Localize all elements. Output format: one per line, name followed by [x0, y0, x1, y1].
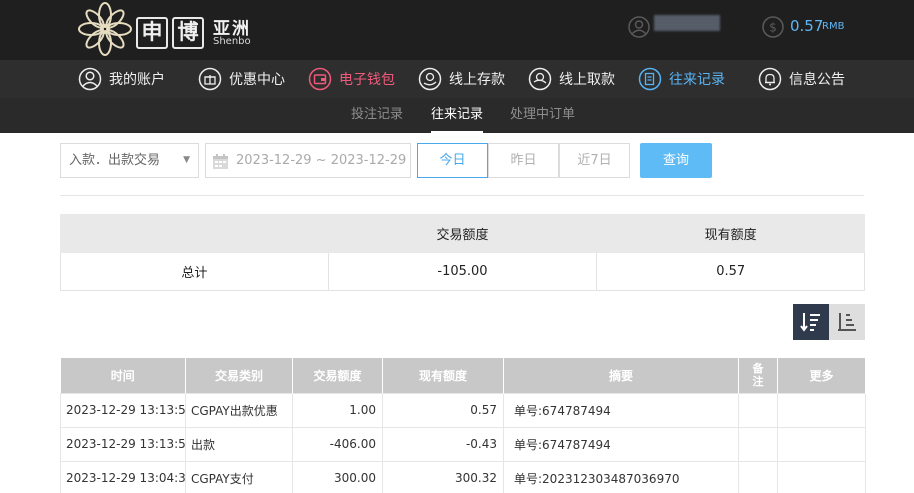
summary-total-row: 总计 -105.00 0.57	[60, 252, 865, 291]
column-header-amount[interactable]: 交易额度	[292, 358, 383, 393]
today-button[interactable]: 今日	[417, 143, 488, 178]
column-header-balance[interactable]: 现有额度	[382, 358, 504, 393]
nav-label: 信息公告	[789, 72, 845, 88]
cell-balance: -0.43	[382, 426, 504, 462]
summary-total-amount: -105.00	[327, 252, 598, 291]
calendar-icon	[213, 154, 228, 169]
svg-text:$: $	[769, 21, 777, 35]
nav-label: 我的账户	[109, 72, 165, 88]
wallet-icon	[308, 67, 332, 91]
summary-header-row: 交易额度 现有额度	[60, 214, 865, 253]
logo-char-box: 申	[136, 17, 168, 49]
user-avatar-icon[interactable]	[628, 16, 650, 38]
cell-summary: 单号:674787494	[503, 426, 739, 462]
nav-label: 线上存款	[449, 72, 505, 88]
yesterday-button[interactable]: 昨日	[488, 143, 559, 178]
records-table: 时间 交易类别 交易额度 现有额度 摘要 备注 更多 2023-12-29 13…	[60, 358, 866, 493]
sort-ascending-icon	[838, 313, 856, 331]
sub-nav: 投注记录 往来记录 处理中订单	[0, 98, 914, 133]
table-row: 2023-12-29 13:04:35 CGPAY支付 300.00 300.3…	[60, 460, 866, 493]
flower-logo-icon	[78, 2, 132, 56]
nav-label: 电子钱包	[339, 72, 395, 88]
date-range-picker[interactable]: 2023-12-29 ~ 2023-12-29	[205, 143, 411, 178]
gift-icon	[198, 67, 222, 91]
nav-label: 线上取款	[559, 72, 615, 88]
table-row: 2023-12-29 13:13:51 CGPAY出款优惠 1.00 0.57 …	[60, 392, 866, 428]
user-circle-icon	[78, 67, 102, 91]
username-redacted	[654, 15, 720, 31]
cell-note	[738, 392, 778, 428]
nav-label: 往来记录	[669, 72, 725, 88]
logo-char-box: 博	[172, 17, 204, 49]
cell-note	[738, 460, 778, 493]
tab-transaction-records[interactable]: 往来记录	[431, 98, 484, 133]
records-header-row: 时间 交易类别 交易额度 现有额度 摘要 备注 更多	[60, 358, 866, 393]
sort-ascending-button[interactable]	[829, 304, 865, 340]
nav-online-withdraw[interactable]: 线上取款	[528, 60, 615, 98]
deposit-icon	[418, 67, 442, 91]
cell-amount: 300.00	[292, 460, 383, 493]
withdraw-icon	[528, 67, 552, 91]
coin-icon: $	[762, 16, 784, 38]
nav-label: 优惠中心	[229, 72, 285, 88]
cell-amount: -406.00	[292, 426, 383, 462]
transaction-type-value: 入款．出款交易	[69, 153, 161, 168]
main-nav: 我的账户 优惠中心 电子钱包 线上存款 线上取款 往来记录 信息公告	[0, 60, 914, 98]
summary-header-empty	[60, 214, 329, 253]
summary-header-balance: 现有额度	[596, 214, 865, 253]
summary-header-amount: 交易额度	[327, 214, 598, 253]
logo-english-text: Shenbo	[213, 36, 251, 47]
balance-currency: RMB	[822, 21, 845, 32]
site-logo[interactable]: 申 博 亚洲 Shenbo	[78, 2, 258, 57]
nav-my-account[interactable]: 我的账户	[78, 60, 165, 98]
cell-type: CGPAY支付	[185, 460, 293, 493]
nav-promotions[interactable]: 优惠中心	[198, 60, 285, 98]
cell-type: CGPAY出款优惠	[185, 392, 293, 428]
cell-summary: 单号:202312303487036970	[503, 460, 739, 493]
cell-more	[777, 460, 866, 493]
caret-down-icon: ▼	[183, 155, 190, 165]
date-range-value: 2023-12-29 ~ 2023-12-29	[236, 153, 407, 168]
cell-amount: 1.00	[292, 392, 383, 428]
cell-balance: 0.57	[382, 392, 504, 428]
last-7-days-button[interactable]: 近7日	[559, 143, 630, 178]
cell-time: 2023-12-29 13:13:51	[60, 392, 186, 428]
cell-more	[777, 426, 866, 462]
column-header-type[interactable]: 交易类别	[185, 358, 293, 393]
nav-e-wallet[interactable]: 电子钱包	[308, 60, 395, 98]
table-row: 2023-12-29 13:13:51 出款 -406.00 -0.43 单号:…	[60, 426, 866, 462]
cell-summary: 单号:674787494	[503, 392, 739, 428]
summary-total-label: 总计	[60, 252, 329, 291]
records-icon	[638, 67, 662, 91]
cell-balance: 300.32	[382, 460, 504, 493]
balance-amount: 0.57	[790, 17, 824, 35]
column-header-summary[interactable]: 摘要	[503, 358, 739, 393]
cell-type: 出款	[185, 426, 293, 462]
summary-total-balance: 0.57	[596, 252, 865, 291]
nav-online-deposit[interactable]: 线上存款	[418, 60, 505, 98]
cell-more	[777, 392, 866, 428]
cell-note	[738, 426, 778, 462]
cell-time: 2023-12-29 13:04:35	[60, 460, 186, 493]
divider	[60, 195, 864, 196]
nav-transaction-records[interactable]: 往来记录	[638, 60, 725, 98]
tab-bet-records[interactable]: 投注记录	[351, 98, 403, 133]
transaction-type-select[interactable]: 入款．出款交易 ▼	[60, 143, 199, 178]
bell-icon	[758, 67, 782, 91]
nav-announcements[interactable]: 信息公告	[758, 60, 845, 98]
search-button[interactable]: 查询	[640, 143, 712, 178]
cell-time: 2023-12-29 13:13:51	[60, 426, 186, 462]
sort-descending-button[interactable]	[793, 304, 829, 340]
column-header-time[interactable]: 时间	[60, 358, 186, 393]
tab-pending-orders[interactable]: 处理中订单	[510, 98, 575, 133]
summary-table: 交易额度 现有额度 总计 -105.00 0.57	[60, 214, 865, 291]
column-header-more[interactable]: 更多	[777, 358, 866, 393]
header-bar: 申 博 亚洲 Shenbo $ 0.57 RMB	[0, 0, 914, 60]
sort-descending-icon	[800, 313, 820, 332]
column-header-note[interactable]: 备注	[738, 358, 778, 393]
